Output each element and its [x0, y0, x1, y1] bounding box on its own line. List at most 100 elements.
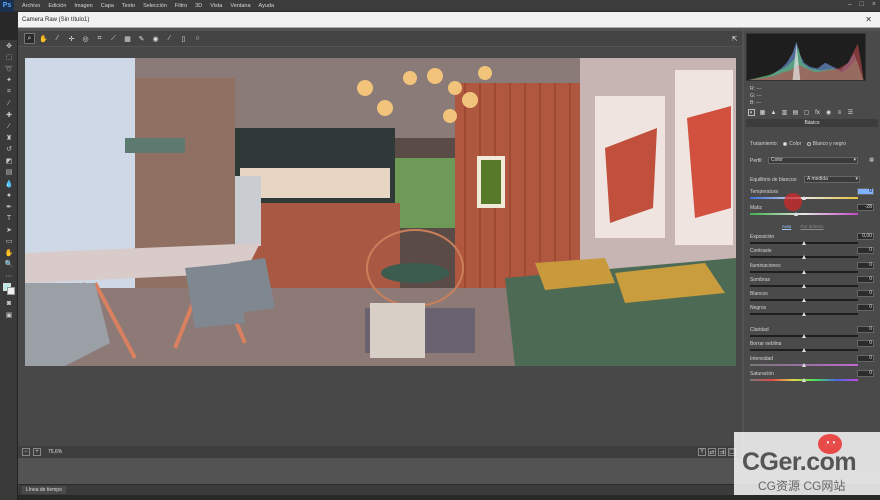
hand-tool-icon[interactable]: ✋	[0, 247, 18, 259]
menu-texto[interactable]: Texto	[118, 3, 139, 9]
highlights-slider-thumb[interactable]	[802, 270, 806, 274]
auto-link[interactable]: Auto	[782, 224, 791, 229]
history-brush-tool-icon[interactable]: ↺	[0, 144, 18, 156]
exposure-slider-thumb[interactable]	[802, 241, 806, 245]
hsl-tab-icon[interactable]: ▥	[781, 109, 788, 116]
profile-browser-icon[interactable]: ▦	[869, 157, 874, 163]
crop-tool-icon[interactable]: ⌗	[0, 86, 18, 98]
treatment-color-radio[interactable]	[783, 141, 788, 146]
presets-tab-icon[interactable]: ≡	[836, 109, 843, 116]
slider-value-input[interactable]: 0	[857, 262, 874, 269]
slider-value-input[interactable]: 0	[857, 340, 874, 347]
before-after-toggle-icon[interactable]: Y	[698, 448, 706, 456]
menu-vista[interactable]: Vista	[206, 3, 226, 9]
tint-value-input[interactable]: -28	[857, 204, 874, 211]
menu-imagen[interactable]: Imagen	[70, 3, 96, 9]
dialog-close-icon[interactable]: ✕	[865, 15, 872, 24]
menu-ayuda[interactable]: Ayuda	[255, 3, 279, 9]
slider-value-input[interactable]: 0,00	[857, 233, 874, 240]
hand-icon[interactable]: ✋	[38, 33, 49, 44]
detail-tab-icon[interactable]: ▲	[770, 109, 777, 116]
shape-tool-icon[interactable]: ▭	[0, 236, 18, 248]
zoom-tool-icon[interactable]: 🔍	[0, 259, 18, 271]
type-tool-icon[interactable]: T	[0, 213, 18, 225]
menu-ventana[interactable]: Ventana	[226, 3, 254, 9]
blacks-slider-thumb[interactable]	[802, 312, 806, 316]
timeline-tab[interactable]: Línea de tiempo	[22, 486, 66, 494]
white-balance-dropdown[interactable]: A medida ▾	[804, 176, 860, 183]
contrast-slider-thumb[interactable]	[802, 255, 806, 259]
move-tool-icon[interactable]: ✥	[0, 40, 18, 52]
dodge-tool-icon[interactable]: ●	[0, 190, 18, 202]
treatment-bw-radio[interactable]	[806, 141, 811, 146]
brush-tool-icon[interactable]: ∕	[0, 121, 18, 133]
temperature-slider-thumb[interactable]	[802, 196, 806, 200]
eraser-tool-icon[interactable]: ◩	[0, 155, 18, 167]
crop-icon[interactable]: ⌗	[94, 33, 105, 44]
profile-dropdown[interactable]: Color ▾	[768, 157, 858, 164]
slider-value-input[interactable]: 0	[857, 370, 874, 377]
color-sampler-icon[interactable]: ✛	[66, 33, 77, 44]
color-swatches[interactable]	[0, 282, 18, 298]
whites-slider-thumb[interactable]	[802, 298, 806, 302]
lasso-tool-icon[interactable]: ➰	[0, 63, 18, 75]
treatment-bw-label[interactable]: Blanco y negro	[813, 141, 846, 147]
clone-stamp-tool-icon[interactable]: ♜	[0, 132, 18, 144]
menu-capa[interactable]: Capa	[97, 3, 118, 9]
maximize-icon[interactable]: □	[860, 1, 864, 8]
slider-value-input[interactable]: 0	[857, 276, 874, 283]
menu-archivo[interactable]: Archivo	[18, 3, 44, 9]
tint-slider-thumb[interactable]	[794, 212, 798, 216]
red-eye-icon[interactable]: ◉	[150, 33, 161, 44]
pen-tool-icon[interactable]: ✒	[0, 201, 18, 213]
magic-wand-tool-icon[interactable]: ✦	[0, 75, 18, 87]
vibrance-slider-thumb[interactable]	[802, 363, 806, 367]
minimize-icon[interactable]: –	[848, 1, 852, 8]
menu-edicion[interactable]: Edición	[44, 3, 70, 9]
slider-value-input[interactable]: 0	[857, 355, 874, 362]
shadows-slider-thumb[interactable]	[802, 284, 806, 288]
effects-tab-icon[interactable]: fx	[814, 109, 821, 116]
menu-3d[interactable]: 3D	[191, 3, 206, 9]
targeted-adjustment-icon[interactable]: ◎	[80, 33, 91, 44]
screen-mode-icon[interactable]: ▣	[0, 309, 18, 321]
white-balance-icon[interactable]: ⁄	[52, 33, 63, 44]
path-selection-tool-icon[interactable]: ➤	[0, 224, 18, 236]
close-icon[interactable]: ×	[872, 1, 876, 8]
basic-tab-icon[interactable]: ◐	[748, 109, 755, 116]
snapshots-tab-icon[interactable]: ☰	[847, 109, 854, 116]
open-in-photoshop-icon[interactable]: ⇱	[729, 33, 740, 44]
radial-filter-icon[interactable]: ○	[192, 33, 203, 44]
default-link[interactable]: Por defecto	[801, 224, 824, 229]
quick-mask-icon[interactable]: ◙	[0, 298, 18, 310]
zoom-icon[interactable]: ⌕	[24, 33, 35, 44]
graduated-filter-icon[interactable]: ▯	[178, 33, 189, 44]
marquee-tool-icon[interactable]: ⬚	[0, 52, 18, 64]
slider-value-input[interactable]: 0	[857, 326, 874, 333]
gradient-tool-icon[interactable]: ▤	[0, 167, 18, 179]
slider-value-input[interactable]: 0	[857, 247, 874, 254]
swap-settings-icon[interactable]: ⇄	[708, 448, 716, 456]
slider-value-input[interactable]: 0	[857, 290, 874, 297]
zoom-level[interactable]: 75,6%	[48, 449, 62, 455]
camera-calibration-tab-icon[interactable]: ◉	[825, 109, 832, 116]
tone-curve-tab-icon[interactable]: ▦	[759, 109, 766, 116]
split-toning-tab-icon[interactable]: ▤	[792, 109, 799, 116]
saturation-slider-thumb[interactable]	[802, 378, 806, 382]
eyedropper-tool-icon[interactable]: ⁄	[0, 98, 18, 110]
zoom-in-button[interactable]: +	[33, 448, 41, 456]
healing-brush-tool-icon[interactable]: ✚	[0, 109, 18, 121]
menu-seleccion[interactable]: Selección	[139, 3, 171, 9]
zoom-out-button[interactable]: −	[22, 448, 30, 456]
adjustment-brush-icon[interactable]: ∕	[164, 33, 175, 44]
menu-filtro[interactable]: Filtro	[171, 3, 191, 9]
lens-corrections-tab-icon[interactable]: ▢	[803, 109, 810, 116]
clarity-slider-thumb[interactable]	[802, 334, 806, 338]
straighten-icon[interactable]: ⟋	[108, 33, 119, 44]
tint-slider-track[interactable]	[750, 213, 858, 215]
blur-tool-icon[interactable]: 💧	[0, 178, 18, 190]
background-color-swatch[interactable]	[7, 286, 15, 295]
treatment-color-label[interactable]: Color	[789, 141, 801, 147]
copy-settings-icon[interactable]: ⇉	[718, 448, 726, 456]
slider-value-input[interactable]: 0	[857, 304, 874, 311]
